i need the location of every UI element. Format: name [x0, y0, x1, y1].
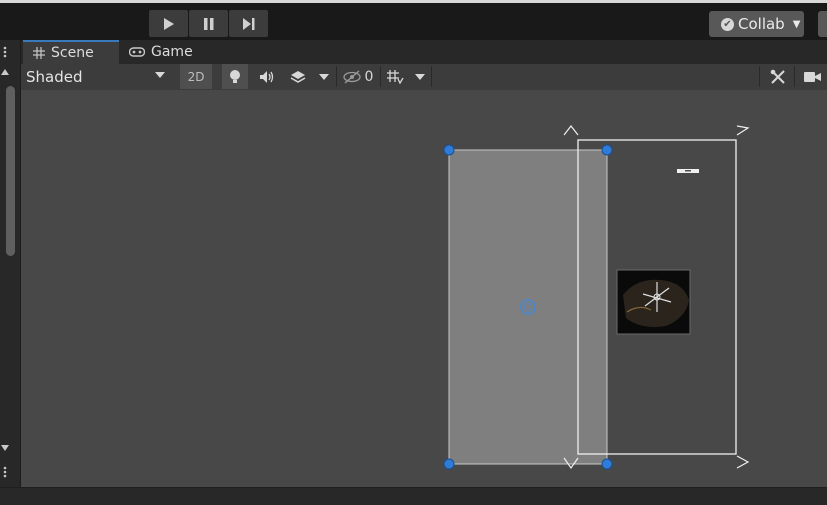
- divider: [336, 66, 337, 87]
- divider: [759, 66, 760, 87]
- grid-dropdown[interactable]: [413, 64, 427, 89]
- layers-icon: [290, 70, 306, 83]
- tab-game[interactable]: Game: [127, 40, 193, 64]
- tab-bar: Scene Game: [21, 40, 827, 64]
- chevron-down-icon: [415, 73, 425, 80]
- resize-handle-top-left[interactable]: [443, 144, 455, 156]
- divider: [380, 66, 381, 87]
- selected-sprite-rect[interactable]: [448, 149, 608, 465]
- grid-icon: [33, 47, 45, 59]
- scroll-up-icon[interactable]: [0, 66, 20, 80]
- scene-viewport[interactable]: [21, 90, 827, 487]
- more-vertical-icon[interactable]: [0, 462, 20, 482]
- hidden-objects-toggle[interactable]: 0: [341, 64, 375, 89]
- corner-arrow-icon[interactable]: [736, 125, 750, 136]
- top-toolbar: ✔ Collab ▼: [0, 0, 827, 40]
- toggle-2d-button[interactable]: 2D: [180, 64, 212, 89]
- pause-button[interactable]: [189, 10, 228, 37]
- camera-settings-button[interactable]: [799, 64, 827, 89]
- draw-mode-label: Shaded: [26, 67, 83, 86]
- scene-canvas[interactable]: [21, 90, 827, 487]
- scene-toolbar: Shaded 2D 0: [21, 64, 827, 91]
- lighting-toggle-button[interactable]: [222, 64, 248, 89]
- corner-arrow-icon[interactable]: [736, 455, 750, 469]
- scroll-down-icon[interactable]: [0, 441, 20, 455]
- chevron-down-icon: [155, 72, 165, 78]
- step-button[interactable]: [229, 10, 268, 37]
- divider: [431, 66, 432, 87]
- speaker-icon: [260, 70, 274, 83]
- play-button[interactable]: [149, 10, 188, 37]
- scrollbar-thumb[interactable]: [6, 86, 15, 256]
- resize-handle-bottom-left[interactable]: [443, 458, 455, 470]
- effects-toggle-button[interactable]: [286, 64, 310, 89]
- resize-handle-bottom-right[interactable]: [601, 458, 613, 470]
- chevron-down-icon: [319, 73, 329, 80]
- effects-dropdown[interactable]: [317, 64, 331, 89]
- gamepad-icon: [129, 47, 145, 57]
- divider: [794, 66, 795, 87]
- pause-icon: [203, 17, 213, 30]
- tab-scene[interactable]: Scene: [23, 40, 119, 64]
- account-button[interactable]: [818, 11, 827, 37]
- hidden-count: 0: [364, 68, 374, 85]
- status-bar: [0, 487, 827, 505]
- audio-toggle-button[interactable]: [255, 64, 279, 89]
- camera-icon: [804, 71, 821, 82]
- check-circle-icon: ✔: [721, 17, 734, 31]
- gizmo-grid-toggle[interactable]: [383, 64, 407, 89]
- grid-snap-icon: [387, 69, 404, 84]
- ui-marker-dash: [685, 170, 691, 172]
- draw-mode-dropdown[interactable]: Shaded: [21, 64, 171, 89]
- chevron-down-icon: ▼: [792, 18, 801, 30]
- tab-scene-label: Scene: [51, 45, 94, 61]
- resize-handle-top-right[interactable]: [601, 144, 613, 156]
- step-icon: [242, 17, 254, 30]
- tab-game-label: Game: [151, 44, 193, 60]
- playback-controls: [149, 10, 268, 37]
- corner-arrow-icon[interactable]: [563, 125, 579, 136]
- tools-icon: [770, 69, 785, 84]
- play-icon: [163, 17, 174, 30]
- lightbulb-icon: [230, 69, 240, 83]
- collab-button[interactable]: ✔ Collab ▼: [709, 11, 804, 37]
- collab-label: Collab: [738, 15, 785, 33]
- tools-button[interactable]: [765, 64, 791, 89]
- eye-slash-icon: [342, 69, 361, 84]
